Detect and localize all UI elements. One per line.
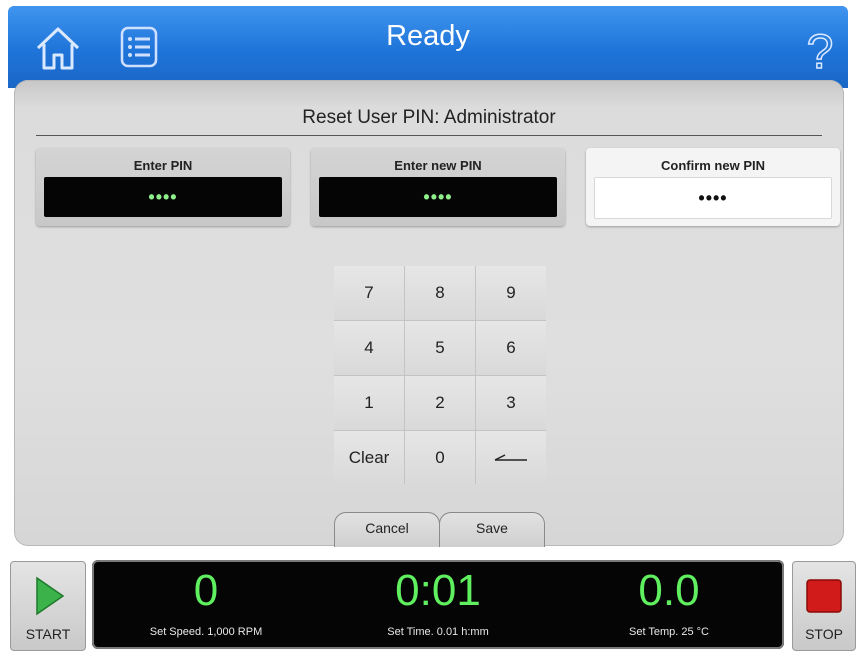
time-setpoint: Set Time. 0.01 h:mm <box>387 626 489 638</box>
key-backspace[interactable] <box>476 431 546 485</box>
screen-title: Ready <box>386 20 470 52</box>
enter-pin-field[interactable]: Enter PIN •••• <box>36 148 290 226</box>
enter-pin-value[interactable]: •••• <box>44 177 282 217</box>
temp-value: 0.0 <box>638 566 700 615</box>
time-value: 0:01 <box>395 566 481 615</box>
confirm-new-pin-label: Confirm new PIN <box>660 158 765 173</box>
play-icon <box>36 576 65 616</box>
confirm-new-pin-field[interactable]: Confirm new PIN •••• <box>586 148 840 226</box>
run-status-display: 0 Set Speed. 1,000 RPM 0:01 Set Time. 0.… <box>92 560 784 649</box>
panel-title: Reset User PIN: Administrator <box>302 107 556 128</box>
help-button[interactable]: ? <box>806 24 834 80</box>
keypad-divider <box>334 320 546 321</box>
key-2[interactable]: 2 <box>405 376 475 430</box>
stop-square-icon <box>806 579 842 613</box>
question-mark-icon: ? <box>806 25 834 80</box>
header-bar: Ready ? <box>8 6 848 88</box>
save-button[interactable]: Save <box>439 512 545 547</box>
key-9[interactable]: 9 <box>476 266 546 320</box>
confirm-new-pin-value[interactable]: •••• <box>594 177 832 219</box>
key-6[interactable]: 6 <box>476 321 546 375</box>
key-1[interactable]: 1 <box>334 376 404 430</box>
backspace-arrow-icon <box>494 453 527 461</box>
reset-pin-panel: Reset User PIN: Administrator Enter PIN … <box>14 80 844 547</box>
key-3[interactable]: 3 <box>476 376 546 430</box>
stop-button[interactable]: STOP <box>792 561 856 651</box>
keypad-divider <box>334 375 546 376</box>
enter-new-pin-value[interactable]: •••• <box>319 177 557 217</box>
numeric-keypad: 7 8 9 4 5 6 1 2 3 Clear 0 <box>334 266 546 485</box>
start-label: START <box>25 626 71 642</box>
svg-text:?: ? <box>807 26 834 76</box>
enter-pin-label: Enter PIN <box>133 158 193 173</box>
key-0[interactable]: 0 <box>405 431 475 485</box>
key-8[interactable]: 8 <box>405 266 475 320</box>
key-5[interactable]: 5 <box>405 321 475 375</box>
speed-setpoint: Set Speed. 1,000 RPM <box>149 626 263 638</box>
speed-value: 0 <box>193 566 219 615</box>
enter-new-pin-label: Enter new PIN <box>394 158 482 173</box>
start-button[interactable]: START <box>10 561 86 651</box>
key-7[interactable]: 7 <box>334 266 404 320</box>
stop-label: STOP <box>805 626 843 642</box>
temp-setpoint: Set Temp. 25 °C <box>628 626 709 638</box>
cancel-button[interactable]: Cancel <box>334 512 440 547</box>
enter-new-pin-field[interactable]: Enter new PIN •••• <box>311 148 565 226</box>
title-divider <box>36 135 822 136</box>
key-4[interactable]: 4 <box>334 321 404 375</box>
key-clear[interactable]: Clear <box>334 431 404 485</box>
keypad-divider <box>334 430 546 431</box>
